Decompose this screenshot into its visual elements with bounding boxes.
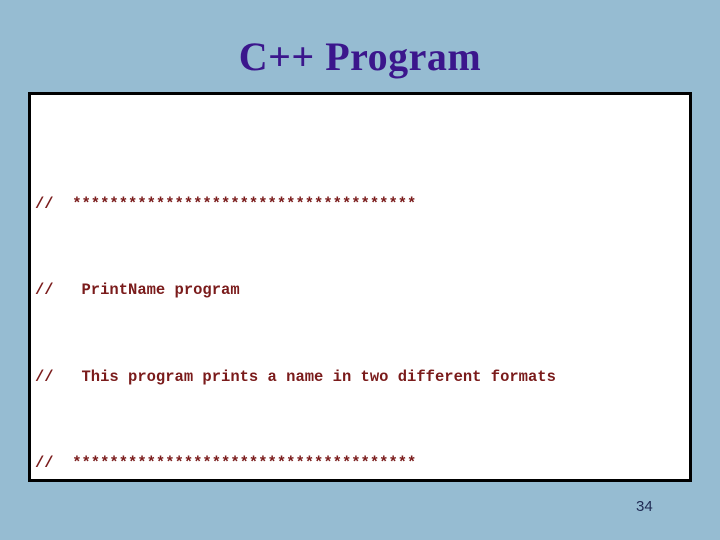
code-listing: // *************************************… (35, 129, 689, 479)
code-comment-banner-bottom: // ************************************* (35, 453, 417, 472)
code-comment-program-title: // PrintName program (35, 281, 240, 300)
code-line: // ************************************* (35, 453, 689, 475)
slide: C++ Program // *************************… (0, 0, 720, 540)
code-comment-program-description: // This program prints a name in two dif… (35, 367, 556, 386)
code-comment-banner-top: // ************************************* (35, 194, 417, 213)
page-number: 34 (636, 498, 653, 515)
code-line: // This program prints a name in two dif… (35, 367, 689, 389)
page-title: C++ Program (238, 34, 482, 79)
code-panel: // *************************************… (28, 92, 692, 482)
code-line: // ************************************* (35, 194, 689, 216)
code-line: // PrintName program (35, 280, 689, 302)
